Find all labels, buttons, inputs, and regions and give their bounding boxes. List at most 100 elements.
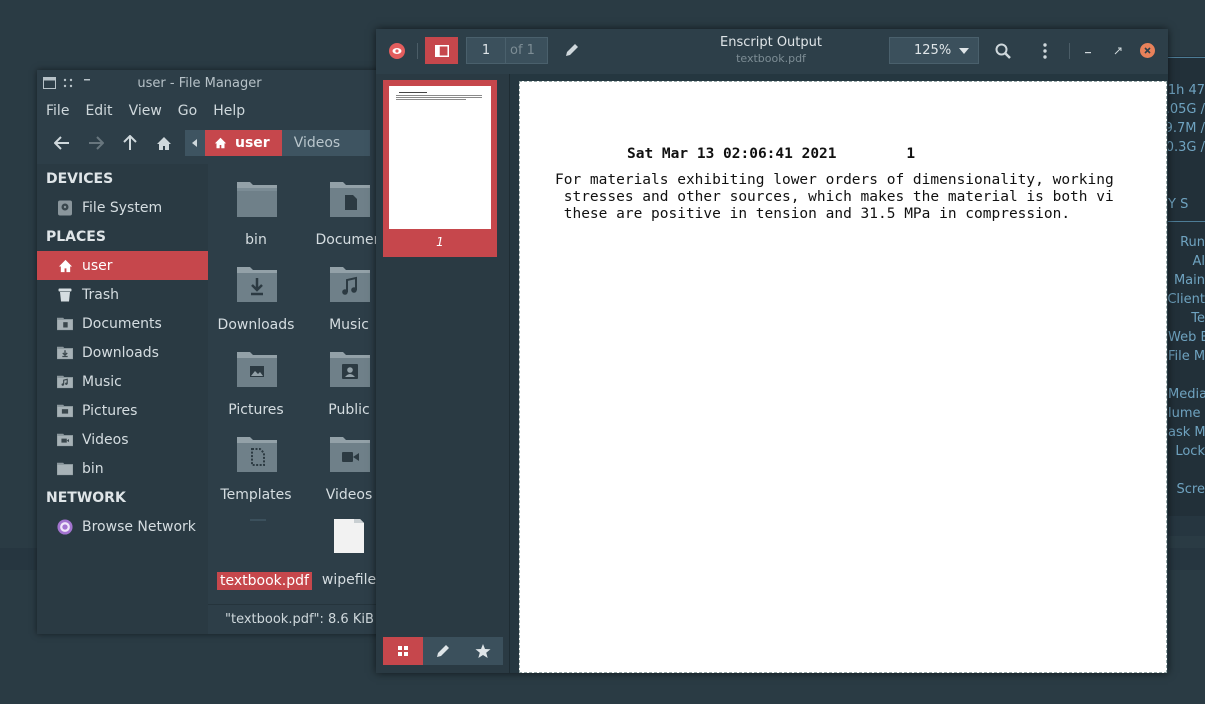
file-item-downloads[interactable]: Downloads (210, 254, 302, 338)
sidebar-item-videos[interactable]: Videos (37, 425, 208, 454)
folder-templates-icon (237, 437, 277, 472)
folder-videos-icon (57, 432, 73, 448)
file-item-label: Music (329, 317, 369, 333)
document-view[interactable]: Sat Mar 13 02:06:41 2021 1 For materials… (511, 74, 1168, 673)
folder-pictures-icon (237, 352, 277, 387)
header-bar: 1 of 1 Enscript Output textbook.pdf 125% (376, 29, 1168, 74)
folder-music-icon (330, 267, 370, 302)
text-line: these are positive in tension and 31.5 M… (555, 206, 1071, 222)
sidebar-item-user[interactable]: user (37, 251, 208, 280)
sidebar-item-label: Browse Network (82, 518, 196, 535)
conky-line: Run (1180, 235, 1205, 250)
home-button[interactable] (147, 129, 181, 157)
drive-icon (57, 200, 73, 216)
arrow-right-icon (89, 136, 104, 150)
folder-icon (57, 461, 73, 477)
menu-edit[interactable]: Edit (85, 103, 112, 119)
sidebar-item-label: user (82, 257, 113, 274)
sidebar-icon (434, 44, 449, 57)
chevron-down-icon (959, 47, 970, 54)
file-item-label: textbook.pdf (217, 572, 312, 590)
sidebar-toggle-button[interactable] (425, 37, 458, 64)
sidebar-item-file-system[interactable]: File System (37, 193, 208, 222)
file-manager-titlebar[interactable]: user - File Manager (37, 70, 382, 96)
file-item-documents[interactable]: Documen (303, 169, 382, 253)
document-filename: textbook.pdf (736, 52, 806, 65)
search-button[interactable] (994, 42, 1012, 60)
chevron-left-icon (192, 139, 197, 147)
toolbar: user Videos (37, 126, 382, 160)
file-item-wipefile[interactable]: wipefile (303, 509, 382, 593)
sidebar-item-label: File System (82, 199, 163, 216)
conky-line: Media (1168, 387, 1205, 402)
arrow-up-icon (123, 135, 137, 150)
thumbnail-page-label: 1 (436, 235, 444, 249)
maximize-icon (1114, 47, 1122, 55)
annotate-button[interactable] (564, 42, 580, 62)
path-button-videos[interactable]: Videos (282, 130, 371, 156)
file-item-pictures[interactable]: Pictures (210, 339, 302, 423)
menu-button[interactable] (1036, 42, 1054, 60)
sidebar-item-documents[interactable]: Documents (37, 309, 208, 338)
up-button[interactable] (113, 129, 147, 157)
thumbnails-tab[interactable] (383, 637, 423, 665)
file-item-textbook-pdf[interactable]: textbook.pdf (210, 509, 312, 593)
maximize-button[interactable] (1109, 42, 1127, 60)
home-icon (157, 136, 171, 150)
folder-pictures-icon (57, 403, 73, 419)
sidebar-item-browse-network[interactable]: Browse Network (37, 512, 208, 541)
desktop-panel-strip (1166, 516, 1205, 536)
text-line: For materials exhibiting lower orders of… (555, 172, 1114, 188)
menu-file[interactable]: File (46, 103, 69, 119)
back-button[interactable] (45, 129, 79, 157)
page-number-value: 1 (481, 43, 491, 58)
pdf-file-icon (250, 519, 266, 521)
folder-public-icon (330, 352, 370, 387)
kebab-menu-icon (1043, 43, 1047, 59)
sidebar-item-music[interactable]: Music (37, 367, 208, 396)
page-thumbnail[interactable]: 1 (383, 80, 497, 257)
minimize-icon (1085, 52, 1091, 54)
file-item-label: Documen (315, 232, 382, 248)
conky-line: Al (1192, 254, 1205, 269)
sidebar-item-downloads[interactable]: Downloads (37, 338, 208, 367)
close-button[interactable] (1140, 43, 1155, 58)
page-header-line: Sat Mar 13 02:06:41 2021 1 (627, 146, 916, 162)
bookmarks-tab[interactable] (463, 637, 503, 665)
menu-view[interactable]: View (129, 103, 162, 119)
path-user-label: user (235, 135, 270, 151)
pathbar: user Videos (185, 130, 371, 156)
folder-downloads-icon (57, 345, 73, 361)
forward-button[interactable] (79, 129, 113, 157)
annotations-tab[interactable] (423, 637, 463, 665)
conky-line: Web B (1168, 330, 1205, 345)
file-item-music[interactable]: Music (303, 254, 382, 338)
app-menu-button[interactable] (389, 43, 405, 59)
page-total-label: of 1 (505, 38, 547, 63)
menubar: File Edit View Go Help (37, 96, 382, 126)
page-number-entry[interactable]: 1 of 1 (466, 37, 548, 64)
conky-line: lume C (1168, 406, 1205, 421)
trash-icon (57, 287, 73, 303)
sidebar-item-pictures[interactable]: Pictures (37, 396, 208, 425)
file-item-videos[interactable]: Videos (303, 424, 382, 508)
file-item-templates[interactable]: Templates (210, 424, 302, 508)
sidebar-item-label: Downloads (82, 344, 159, 361)
conky-line: Main (1173, 273, 1205, 288)
file-item-label: bin (245, 232, 267, 248)
minimize-button[interactable] (1079, 42, 1097, 60)
folder-downloads-icon (237, 267, 277, 302)
path-scroll-left-button[interactable] (185, 130, 205, 156)
file-item-public[interactable]: Public (303, 339, 382, 423)
file-item-bin[interactable]: bin (210, 169, 302, 253)
file-item-label: Videos (325, 487, 373, 503)
menu-help[interactable]: Help (213, 103, 245, 119)
menu-go[interactable]: Go (178, 103, 197, 119)
document-page: Sat Mar 13 02:06:41 2021 1 For materials… (519, 81, 1167, 673)
sidebar-item-bin[interactable]: bin (37, 454, 208, 483)
sidebar-item-label: Music (82, 373, 122, 390)
path-button-user[interactable]: user (205, 130, 282, 156)
zoom-dropdown[interactable]: 125% (889, 37, 979, 64)
sidebar-item-trash[interactable]: Trash (37, 280, 208, 309)
conky-line: Scre (1176, 482, 1205, 497)
